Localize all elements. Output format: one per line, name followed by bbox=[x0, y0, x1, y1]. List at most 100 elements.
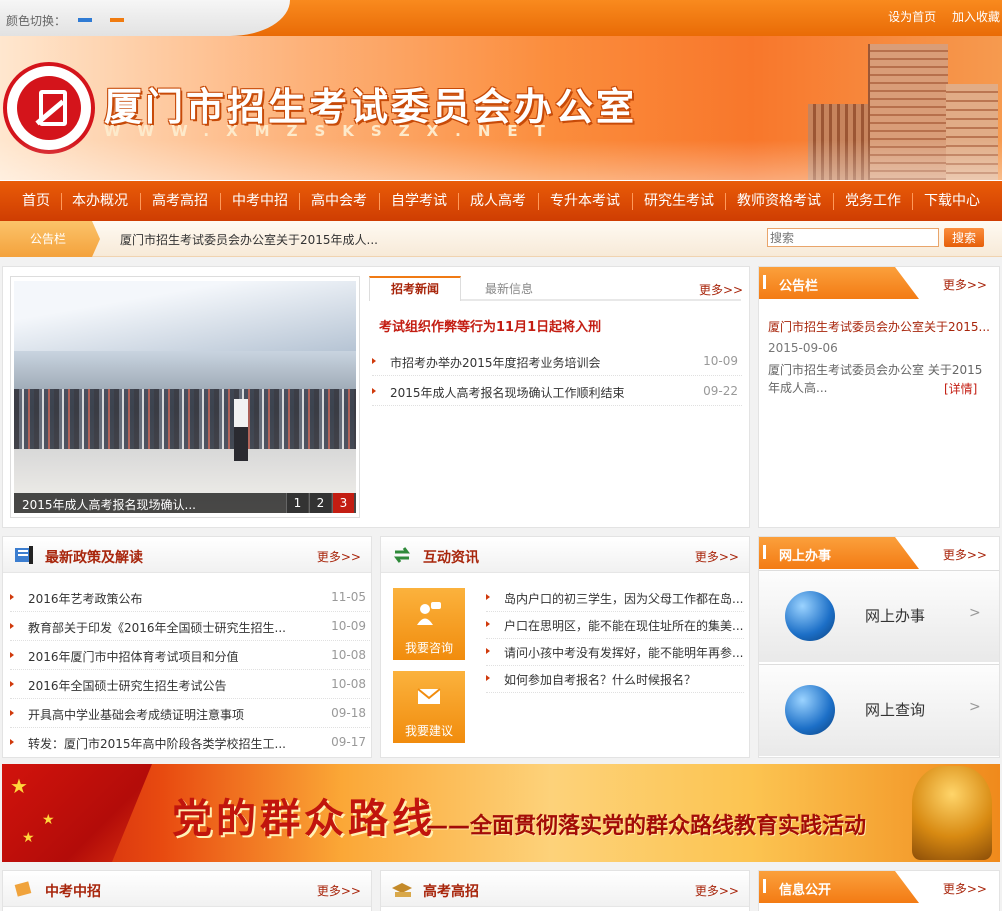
gaokao-more-link[interactable]: 更多>> bbox=[695, 882, 739, 899]
star-icon: ★ bbox=[10, 774, 28, 798]
online-services-title: 网上办事 bbox=[779, 549, 832, 564]
book-icon bbox=[15, 546, 33, 564]
top-links: 设为首页 加入收藏 bbox=[876, 8, 1000, 25]
bullet-icon bbox=[10, 681, 14, 687]
orange-theme-swatch[interactable] bbox=[110, 18, 124, 22]
star-icon: ★ bbox=[42, 812, 55, 828]
list-item[interactable]: 转发：厦门市2015年高中阶段各类学校招生工... 09-17 bbox=[10, 729, 370, 757]
nav-yanjiusheng[interactable]: 研究生考试 bbox=[644, 181, 714, 222]
certificate-icon bbox=[14, 881, 32, 897]
set-home-link[interactable]: 设为首页 bbox=[888, 10, 936, 24]
online-services-more-link[interactable]: 更多>> bbox=[943, 546, 987, 563]
building-image bbox=[788, 44, 998, 180]
bullet-icon bbox=[486, 648, 490, 654]
interactive-title: 互动资讯 bbox=[423, 550, 479, 566]
online-query-button[interactable]: 网上查询 > bbox=[759, 664, 999, 756]
tab-admission-news[interactable]: 招考新闻 bbox=[369, 276, 461, 301]
announcement-item-title[interactable]: 厦门市招生考试委员会办公室关于2015... bbox=[768, 318, 990, 335]
color-switcher: 颜色切换： bbox=[0, 0, 290, 36]
suggest-label: 我要建议 bbox=[404, 724, 453, 738]
site-url: WWW.XMZSKSZX.NET bbox=[104, 122, 562, 140]
site-header: 厦门市招生考试委员会办公室 WWW.XMZSKSZX.NET bbox=[0, 36, 1002, 180]
star-icon: ★ bbox=[22, 830, 35, 846]
policy-more-link[interactable]: 更多>> bbox=[317, 548, 361, 565]
consult-button[interactable]: 我要咨询 bbox=[393, 588, 465, 660]
nav-zixue[interactable]: 自学考试 bbox=[391, 181, 447, 222]
interactive-more-link[interactable]: 更多>> bbox=[695, 548, 739, 565]
chevron-right-icon: > bbox=[969, 699, 981, 715]
search-button[interactable]: 搜索 bbox=[944, 228, 984, 247]
nav-download[interactable]: 下载中心 bbox=[924, 181, 980, 222]
envelope-icon bbox=[417, 688, 441, 704]
slideshow-page-2[interactable]: 2 bbox=[309, 493, 331, 513]
nav-huikao[interactable]: 高中会考 bbox=[311, 181, 367, 222]
add-favorite-link[interactable]: 加入收藏 bbox=[952, 10, 1000, 24]
bullet-icon bbox=[10, 710, 14, 716]
nav-dangwu[interactable]: 党务工作 bbox=[845, 181, 901, 222]
zhongkao-more-link[interactable]: 更多>> bbox=[317, 882, 361, 899]
chevron-right-icon: > bbox=[969, 605, 981, 621]
notice-marquee[interactable]: 厦门市招生考试委员会办公室关于2015年成人... bbox=[120, 231, 378, 248]
banner-slogan: 党的群众路线 bbox=[172, 795, 436, 842]
bullet-icon bbox=[372, 358, 376, 364]
list-item[interactable]: 市招考办举办2015年度招考业务培训会 10-09 bbox=[372, 348, 742, 376]
main-nav: 首页 本办概况 高考高招 中考中招 高中会考 自学考试 成人高考 专升本考试 研… bbox=[0, 180, 1002, 221]
slideshow-page-3[interactable]: 3 bbox=[332, 493, 354, 513]
exchange-arrows-icon bbox=[394, 547, 410, 563]
list-item[interactable]: 请问小孩中考没有发挥好，能不能明年再参... bbox=[486, 638, 744, 666]
nav-jiaoshi[interactable]: 教师资格考试 bbox=[737, 181, 821, 222]
zhongkao-panel: 中考中招 更多>> bbox=[2, 870, 372, 911]
nav-chengren[interactable]: 成人高考 bbox=[470, 181, 526, 222]
envelope-globe-icon bbox=[785, 591, 835, 641]
slideshow-caption-text: 2015年成人高考报名现场确认... bbox=[22, 498, 196, 512]
bullet-icon bbox=[10, 652, 14, 658]
list-item[interactable]: 2015年成人高考报名现场确认工作顺利结束 09-22 bbox=[372, 378, 742, 406]
announcement-item-date: 2015-09-06 bbox=[768, 341, 838, 355]
list-item[interactable]: 岛内户口的初三学生，因为父母工作都在岛... bbox=[486, 584, 744, 612]
top-bar: 颜色切换： 设为首页 加入收藏 bbox=[0, 0, 1002, 36]
announcement-detail-link[interactable]: [详情] bbox=[944, 380, 977, 397]
magnifier-globe-icon bbox=[785, 685, 835, 735]
notice-tag: 公告栏 bbox=[0, 221, 100, 257]
person-chat-icon bbox=[417, 602, 441, 625]
nav-home[interactable]: 首页 bbox=[22, 181, 50, 222]
list-item[interactable]: 2016年厦门市中招体育考试项目和分值 10-08 bbox=[10, 642, 370, 670]
bullet-icon bbox=[486, 675, 490, 681]
list-item[interactable]: 教育部关于印发《2016年全国硕士研究生招生... 10-09 bbox=[10, 613, 370, 641]
list-item[interactable]: 开具高中学业基础会考成绩证明注意事项 09-18 bbox=[10, 700, 370, 728]
list-item[interactable]: 如何参加自考报名？什么时候报名？ bbox=[486, 665, 744, 693]
bullet-icon bbox=[372, 388, 376, 394]
tab-latest-info[interactable]: 最新信息 bbox=[470, 278, 548, 300]
suggest-button[interactable]: 我要建议 bbox=[393, 671, 465, 743]
gaokao-panel: 高考高招 更多>> bbox=[380, 870, 750, 911]
consult-label: 我要咨询 bbox=[404, 641, 453, 655]
news-more-link[interactable]: 更多>> bbox=[699, 281, 743, 298]
site-logo bbox=[3, 62, 95, 154]
news-headline[interactable]: 考试组织作弊等行为11月1日起将入刑 bbox=[379, 316, 601, 335]
list-item[interactable]: 2016年艺考政策公布 11-05 bbox=[10, 584, 370, 612]
bullet-icon bbox=[486, 594, 490, 600]
nav-about[interactable]: 本办概况 bbox=[72, 181, 128, 222]
list-item[interactable]: 户口在思明区，能不能在现住址所在的集美... bbox=[486, 611, 744, 639]
bullet-icon bbox=[10, 594, 14, 600]
announcement-panel: 公告栏 更多>> bbox=[758, 266, 1000, 528]
banner-subtitle: ——全面贯彻落实党的群众路线教育实践活动 bbox=[426, 814, 867, 839]
bullet-icon bbox=[10, 623, 14, 629]
color-switch-label: 颜色切换： bbox=[6, 14, 67, 28]
slideshow-page-1[interactable]: 1 bbox=[286, 493, 308, 513]
announcement-more-link[interactable]: 更多>> bbox=[943, 276, 987, 293]
search-input[interactable] bbox=[767, 228, 939, 247]
slideshow-image[interactable] bbox=[14, 281, 356, 513]
policy-title: 最新政策及解读 bbox=[45, 550, 143, 566]
blue-theme-swatch[interactable] bbox=[78, 18, 92, 22]
nav-zhuanshengben[interactable]: 专升本考试 bbox=[550, 181, 620, 222]
info-more-link[interactable]: 更多>> bbox=[943, 880, 987, 897]
announcement-title: 公告栏 bbox=[779, 279, 819, 294]
list-item[interactable]: 2016年全国硕士研究生招生考试公告 10-08 bbox=[10, 671, 370, 699]
nav-zhongkao[interactable]: 中考中招 bbox=[232, 181, 288, 222]
nav-gaokao[interactable]: 高考高招 bbox=[152, 181, 208, 222]
online-service-button[interactable]: 网上办事 > bbox=[759, 570, 999, 662]
graduation-cap-icon bbox=[392, 883, 412, 897]
info-disclosure-panel: 信息公开 更多>> bbox=[758, 870, 1000, 911]
campaign-banner[interactable]: ★ ★ ★ 党的群众路线 ——全面贯彻落实党的群众路线教育实践活动 bbox=[2, 764, 1000, 862]
